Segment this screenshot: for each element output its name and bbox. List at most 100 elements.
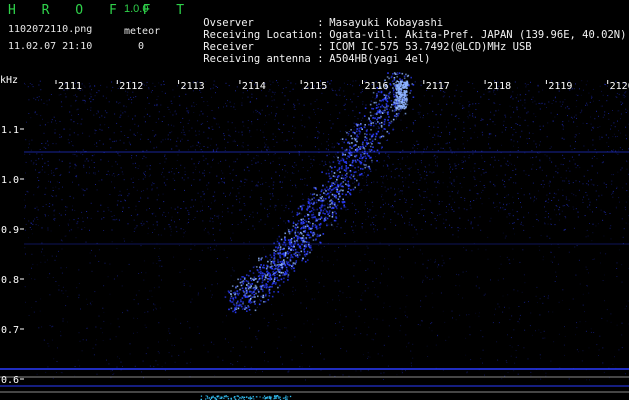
noise-pixel	[333, 146, 335, 148]
noise-pixel	[90, 101, 92, 103]
noise-pixel	[507, 294, 509, 296]
noise-pixel	[538, 190, 539, 192]
noise-pixel	[230, 192, 231, 194]
noise-pixel	[481, 203, 483, 205]
noise-pixel	[174, 208, 176, 210]
noise-pixel	[294, 104, 296, 106]
noise-pixel	[128, 98, 130, 100]
noise-pixel	[555, 171, 557, 173]
echo-pixel	[275, 282, 277, 284]
echo-pixel	[397, 102, 399, 105]
noise-pixel	[468, 314, 470, 316]
noise-pixel	[438, 201, 440, 202]
noise-pixel	[209, 220, 211, 222]
noise-pixel	[449, 195, 451, 197]
noise-pixel	[301, 213, 303, 215]
echo-pixel	[338, 143, 340, 145]
echo-pixel	[274, 257, 276, 260]
noise-pixel	[62, 318, 64, 320]
noise-pixel	[549, 192, 551, 194]
noise-pixel	[422, 279, 424, 281]
noise-pixel	[395, 118, 397, 120]
echo-pixel	[342, 181, 345, 183]
noise-pixel	[382, 216, 384, 218]
echo-pixel	[271, 267, 273, 270]
noise-pixel	[203, 229, 205, 231]
echo-pixel	[297, 256, 299, 258]
echo-pixel	[322, 197, 325, 200]
noise-pixel	[46, 100, 48, 102]
noise-pixel	[455, 165, 457, 167]
noise-pixel	[205, 158, 207, 160]
noise-pixel	[273, 154, 275, 156]
noise-pixel	[399, 248, 401, 250]
echo-pixel	[361, 128, 363, 130]
noise-pixel	[380, 176, 382, 177]
echo-pixel	[286, 263, 289, 266]
noise-pixel	[42, 118, 43, 120]
noise-pixel	[206, 101, 208, 103]
noise-pixel	[384, 258, 386, 260]
echo-pixel	[384, 118, 386, 121]
noise-pixel	[180, 322, 182, 324]
noise-pixel	[345, 125, 347, 127]
noise-pixel	[272, 138, 274, 140]
noise-pixel	[252, 111, 254, 113]
noise-pixel	[586, 379, 588, 381]
echo-pixel	[313, 186, 315, 189]
noise-pixel	[528, 132, 530, 134]
noise-pixel	[239, 209, 241, 211]
echo-pixel	[366, 129, 368, 131]
echo-pixel	[350, 129, 352, 131]
noise-pixel	[239, 201, 240, 203]
echo-pixel	[298, 212, 301, 215]
noise-pixel	[156, 146, 158, 148]
noise-pixel	[562, 164, 564, 166]
noise-pixel	[149, 174, 151, 176]
noise-pixel	[568, 120, 570, 122]
echo-pixel	[332, 194, 335, 197]
noise-pixel	[45, 371, 47, 373]
noise-pixel	[618, 201, 620, 203]
noise-pixel	[254, 228, 256, 230]
noise-pixel	[461, 186, 463, 188]
noise-pixel	[442, 218, 444, 220]
echo-pixel	[265, 255, 267, 258]
echo-pixel	[367, 142, 370, 145]
noise-pixel	[561, 123, 563, 125]
echo-pixel	[248, 285, 250, 288]
noise-pixel	[124, 199, 126, 201]
noise-pixel	[256, 184, 258, 186]
echo-pixel	[273, 252, 275, 254]
noise-pixel	[154, 228, 156, 230]
echo-pixel	[240, 304, 242, 306]
noise-pixel	[170, 234, 172, 236]
echo-pixel	[348, 142, 351, 145]
noise-pixel	[542, 186, 544, 188]
noise-pixel	[509, 345, 511, 346]
noise-pixel	[137, 125, 139, 127]
noise-pixel	[367, 356, 369, 358]
noise-pixel	[350, 84, 351, 85]
noise-pixel	[333, 264, 334, 266]
noise-pixel	[273, 99, 275, 101]
echo-pixel	[276, 273, 278, 276]
noise-pixel	[474, 179, 476, 180]
echo-pixel	[308, 236, 311, 239]
echo-pixel	[239, 278, 242, 281]
noise-pixel	[156, 199, 158, 201]
noise-pixel	[398, 188, 400, 190]
echo-pixel	[345, 183, 347, 185]
echo-pixel	[346, 172, 348, 175]
echo-pixel	[393, 79, 396, 81]
noise-pixel	[361, 227, 363, 229]
noise-pixel	[452, 234, 454, 236]
noise-pixel	[516, 107, 518, 109]
echo-pixel	[343, 206, 346, 208]
echo-pixel	[347, 155, 349, 157]
echo-pixel	[296, 254, 299, 256]
noise-pixel	[503, 157, 505, 159]
noise-pixel	[202, 191, 204, 193]
noise-pixel	[514, 164, 515, 166]
noise-pixel	[48, 180, 49, 182]
